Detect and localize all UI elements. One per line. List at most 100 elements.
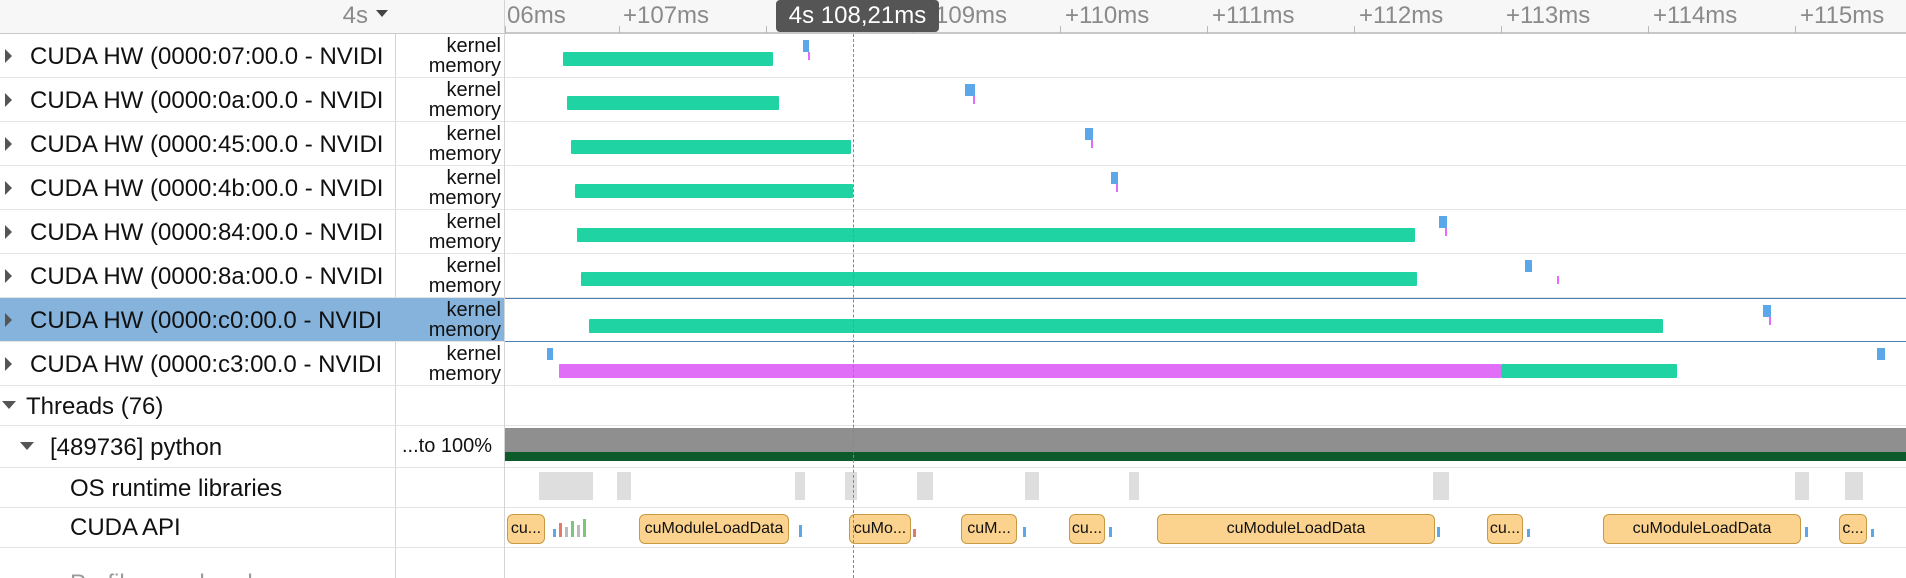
tree-row-cuda-hw-0a[interactable]: CUDA HW (0000:0a:00.0 - NVIDI (0, 78, 396, 122)
kernel-marker[interactable] (1085, 128, 1093, 140)
sublabel-row: kernel memory (396, 210, 504, 254)
sublabel-row-util: ...to 100% (396, 426, 504, 468)
cpu-util-core-band (505, 452, 1906, 461)
expand-arrow-icon[interactable] (2, 122, 16, 165)
tree-row-cuda-hw-45[interactable]: CUDA HW (0000:45:00.0 - NVIDI (0, 122, 396, 166)
gpu-track-8a[interactable] (505, 254, 1906, 298)
memcpy-marker[interactable] (1091, 140, 1093, 148)
collapse-arrow-icon[interactable] (20, 426, 34, 467)
kernel-bar[interactable] (577, 228, 1415, 242)
os-runtime-call[interactable] (1845, 472, 1863, 500)
collapse-arrow-icon[interactable] (2, 386, 16, 425)
time-base-dropdown-icon[interactable] (376, 10, 388, 17)
os-runtime-call[interactable] (539, 472, 593, 500)
sublabel-header (396, 0, 504, 34)
memcpy-marker[interactable] (1445, 228, 1447, 236)
kernel-bar[interactable] (581, 272, 1417, 286)
os-runtime-call[interactable] (795, 472, 805, 500)
expand-arrow-icon[interactable] (2, 210, 16, 253)
expand-arrow-icon[interactable] (2, 34, 16, 77)
time-ruler[interactable]: 06ms +107ms 109ms +110ms +111ms +112ms +… (505, 0, 1906, 34)
gpu-track-c3[interactable] (505, 342, 1906, 386)
kernel-bar[interactable] (567, 96, 779, 110)
kernel-marker[interactable] (1111, 172, 1118, 184)
memcpy-marker[interactable] (973, 96, 975, 104)
gpu-track-84[interactable] (505, 210, 1906, 254)
memcpy-marker[interactable] (1769, 317, 1771, 325)
kernel-marker[interactable] (1877, 348, 1885, 360)
kernel-marker[interactable] (547, 348, 553, 360)
cuda-api-call[interactable]: cu... (1069, 514, 1105, 544)
cuda-api-call[interactable]: c... (1839, 514, 1867, 544)
tree-row-cuda-hw-07[interactable]: CUDA HW (0000:07:00.0 - NVIDI (0, 34, 396, 78)
gpu-track-45[interactable] (505, 122, 1906, 166)
kernel-marker[interactable] (1525, 260, 1532, 272)
kernel-label: kernel (446, 79, 501, 101)
sublabel-row: kernel memory (396, 254, 504, 298)
cuda-api-track[interactable]: cu... cuModuleLoadData cuMo... cuM... cu… (505, 508, 1906, 548)
memcpy-marker[interactable] (808, 52, 810, 60)
tree-row-cuda-hw-84[interactable]: CUDA HW (0000:84:00.0 - NVIDI (0, 210, 396, 254)
timeline-view[interactable]: 06ms +107ms 109ms +110ms +111ms +112ms +… (504, 0, 1906, 578)
threads-track (505, 386, 1906, 426)
os-runtime-track[interactable] (505, 468, 1906, 508)
gpu-track-0a[interactable] (505, 78, 1906, 122)
kernel-bar[interactable] (575, 184, 853, 198)
kernel-marker[interactable] (965, 84, 975, 96)
sublabel-row-empty (396, 508, 504, 548)
tree-row-label: CUDA HW (0000:c0:00.0 - NVIDI (30, 307, 383, 334)
expand-arrow-icon[interactable] (2, 166, 16, 209)
tree-row-python-process[interactable]: [489736] python (0, 426, 396, 468)
ruler-tick-label: +107ms (623, 2, 710, 29)
os-runtime-call[interactable] (1433, 472, 1449, 500)
os-runtime-call[interactable] (845, 472, 857, 500)
tree-row-cuda-hw-c0[interactable]: CUDA HW (0000:c0:00.0 - NVIDI (0, 298, 396, 342)
ruler-tick (1795, 26, 1796, 34)
gpu-track-07[interactable] (505, 34, 1906, 78)
kernel-marker[interactable] (1763, 305, 1771, 317)
os-runtime-call[interactable] (917, 472, 933, 500)
memcpy-marker[interactable] (1557, 276, 1559, 284)
os-runtime-call[interactable] (617, 472, 631, 500)
expand-arrow-icon[interactable] (2, 298, 16, 341)
kernel-marker[interactable] (1439, 216, 1447, 228)
api-mini-call (559, 523, 562, 537)
cuda-api-call[interactable]: cu... (1487, 514, 1523, 544)
os-runtime-call[interactable] (1795, 472, 1809, 500)
kernel-bar[interactable] (571, 140, 851, 154)
gpu-track-c0-selected[interactable] (505, 298, 1906, 342)
tree-row-profiler-overhead[interactable]: Profiler overhead (0, 548, 396, 578)
expand-arrow-icon[interactable] (2, 78, 16, 121)
kernel-label: kernel (446, 123, 501, 145)
api-mini-call (583, 519, 586, 537)
tree-row-label: [489736] python (50, 434, 223, 461)
cuda-api-call[interactable]: cuM... (961, 514, 1017, 544)
expand-arrow-icon[interactable] (2, 254, 16, 297)
tree-row-cuda-hw-4b[interactable]: CUDA HW (0000:4b:00.0 - NVIDI (0, 166, 396, 210)
os-runtime-call[interactable] (1129, 472, 1139, 500)
cuda-api-call[interactable]: cuModuleLoadData (1603, 514, 1801, 544)
cuda-api-call[interactable]: cuMo... (849, 514, 911, 544)
tree-row-threads[interactable]: Threads (76) (0, 386, 396, 426)
memcpy-bar[interactable] (559, 364, 1501, 378)
cuda-api-call[interactable]: cu... (507, 514, 545, 544)
gpu-track-4b[interactable] (505, 166, 1906, 210)
tree-row-os-runtime-libraries[interactable]: OS runtime libraries (0, 468, 396, 508)
kernel-bar[interactable] (1501, 364, 1677, 378)
ruler-tick-label: 109ms (935, 2, 1008, 29)
memcpy-marker[interactable] (1116, 184, 1118, 192)
kernel-label: kernel (446, 299, 501, 321)
ruler-tick-label: +110ms (1065, 2, 1150, 29)
kernel-bar[interactable] (563, 52, 773, 66)
kernel-bar[interactable] (589, 319, 1663, 333)
ruler-tick (766, 26, 767, 34)
tree-row-cuda-hw-c3[interactable]: CUDA HW (0000:c3:00.0 - NVIDI (0, 342, 396, 386)
cuda-api-call[interactable]: cuModuleLoadData (1157, 514, 1435, 544)
cuda-api-call[interactable]: cuModuleLoadData (639, 514, 789, 544)
tree-row-cuda-api[interactable]: CUDA API (0, 508, 396, 548)
os-runtime-call[interactable] (1025, 472, 1039, 500)
expand-arrow-icon[interactable] (2, 342, 16, 385)
kernel-marker[interactable] (803, 40, 809, 52)
cpu-utilization-track[interactable] (505, 426, 1906, 468)
tree-row-cuda-hw-8a[interactable]: CUDA HW (0000:8a:00.0 - NVIDI (0, 254, 396, 298)
